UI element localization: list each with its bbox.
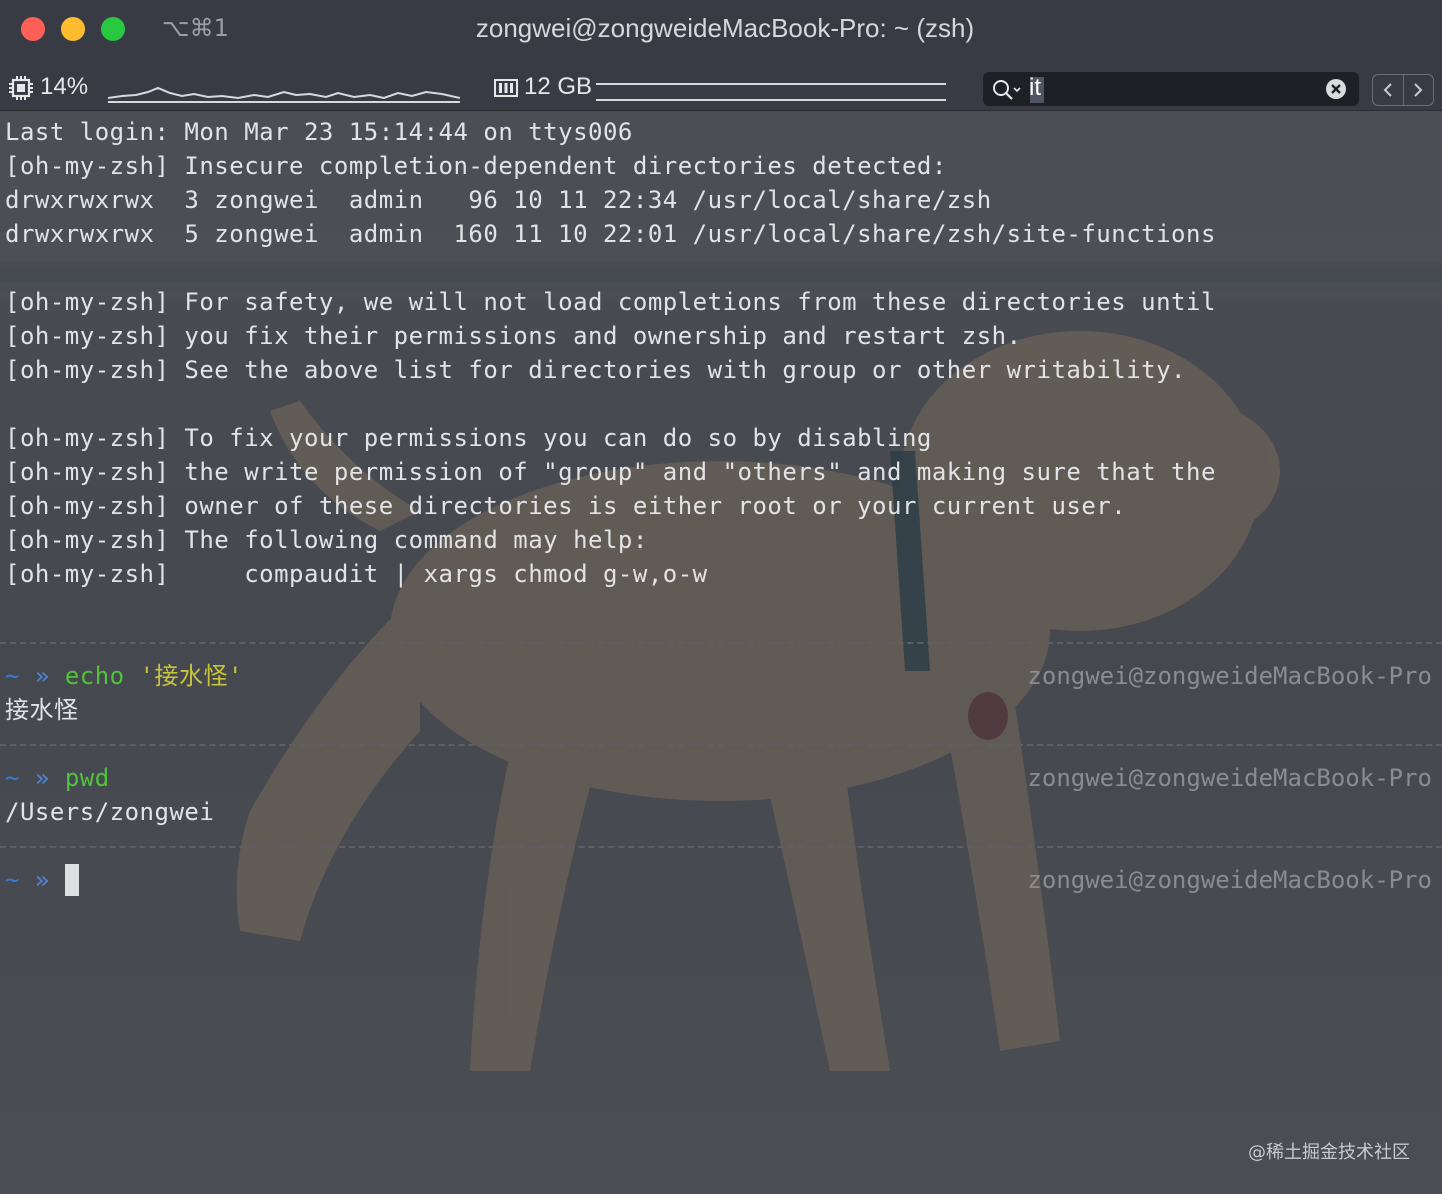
- cpu-usage-graph: [108, 86, 460, 103]
- terminal-window: ⌥⌘1 zongwei@zongweideMacBook-Pro: ~ (zsh…: [0, 0, 1442, 1194]
- chevron-right-icon[interactable]: [1403, 75, 1433, 105]
- terminal-line: [oh-my-zsh] The following command may he…: [5, 526, 648, 554]
- prompt-line: ~ » pwd: [5, 761, 110, 795]
- prompt-divider: [0, 744, 1442, 746]
- prompt-divider: [0, 846, 1442, 848]
- clear-search-icon[interactable]: [1325, 78, 1347, 100]
- memory-usage-graph: [596, 83, 946, 101]
- terminal-line: [oh-my-zsh] For safety, we will not load…: [5, 288, 1216, 316]
- prompt-arrow: »: [34, 866, 50, 894]
- memory-usage: 12 GB: [524, 73, 593, 100]
- prompt-host: zongwei@zongweideMacBook-Pro: [1027, 764, 1432, 792]
- command-argument: '接水怪': [139, 662, 243, 690]
- command-name: pwd: [64, 764, 110, 792]
- command-output: 接水怪: [5, 696, 79, 724]
- terminal-line: [oh-my-zsh] the write permission of "gro…: [5, 458, 1216, 486]
- prompt-divider: [0, 642, 1442, 644]
- terminal-line: [oh-my-zsh] you fix their permissions an…: [5, 322, 1022, 350]
- prompt-path: ~: [5, 764, 20, 792]
- cpu-usage: 14%: [40, 73, 89, 100]
- watermark: @稀土掘金技术社区: [1248, 1142, 1410, 1163]
- search-input[interactable]: it: [1029, 74, 1041, 102]
- prompt-arrow: »: [34, 662, 50, 690]
- prompt-arrow: »: [34, 764, 50, 792]
- terminal-line: drwxrwxrwx 3 zongwei admin 96 10 11 22:3…: [5, 186, 992, 214]
- terminal-output[interactable]: Last login: Mon Mar 23 15:14:44 on ttys0…: [0, 111, 1442, 1194]
- title-bar: ⌥⌘1 zongwei@zongweideMacBook-Pro: ~ (zsh…: [0, 0, 1442, 60]
- prompt-line: ~ » echo '接水怪': [5, 659, 243, 693]
- command-name: echo: [64, 662, 125, 690]
- terminal-line: [oh-my-zsh] Insecure completion-dependen…: [5, 152, 947, 180]
- window-title: zongwei@zongweideMacBook-Pro: ~ (zsh): [475, 13, 975, 43]
- text-cursor: [64, 864, 79, 896]
- prompt-path: ~: [5, 866, 20, 894]
- terminal-line: [oh-my-zsh] See the above list for direc…: [5, 356, 1186, 384]
- terminal-line: [oh-my-zsh] To fix your permissions you …: [5, 424, 932, 452]
- search-icon[interactable]: [991, 78, 1025, 102]
- terminal-line: Last login: Mon Mar 23 15:14:44 on ttys0…: [5, 118, 633, 146]
- cpu-chip-icon: [9, 76, 33, 100]
- terminal-line: [oh-my-zsh] owner of these directories i…: [5, 492, 1127, 520]
- prompt-host: zongwei@zongweideMacBook-Pro: [1027, 662, 1432, 690]
- terminal-line: [oh-my-zsh] compaudit | xargs chmod g-w,…: [5, 560, 708, 588]
- prompt-path: ~: [5, 662, 20, 690]
- status-bar: 14% 12 GB it: [0, 60, 1442, 111]
- find-search-field[interactable]: it: [983, 72, 1359, 106]
- search-navigation: [1372, 74, 1434, 106]
- memory-module-icon: [494, 79, 518, 97]
- command-output: /Users/zongwei: [5, 798, 215, 826]
- prompt-host: zongwei@zongweideMacBook-Pro: [1027, 866, 1432, 894]
- active-prompt-line[interactable]: ~ »: [5, 863, 79, 897]
- dog-wallpaper-background: [0, 111, 1442, 1194]
- terminal-line: drwxrwxrwx 5 zongwei admin 160 11 10 22:…: [5, 220, 1216, 248]
- chevron-left-icon[interactable]: [1373, 75, 1404, 105]
